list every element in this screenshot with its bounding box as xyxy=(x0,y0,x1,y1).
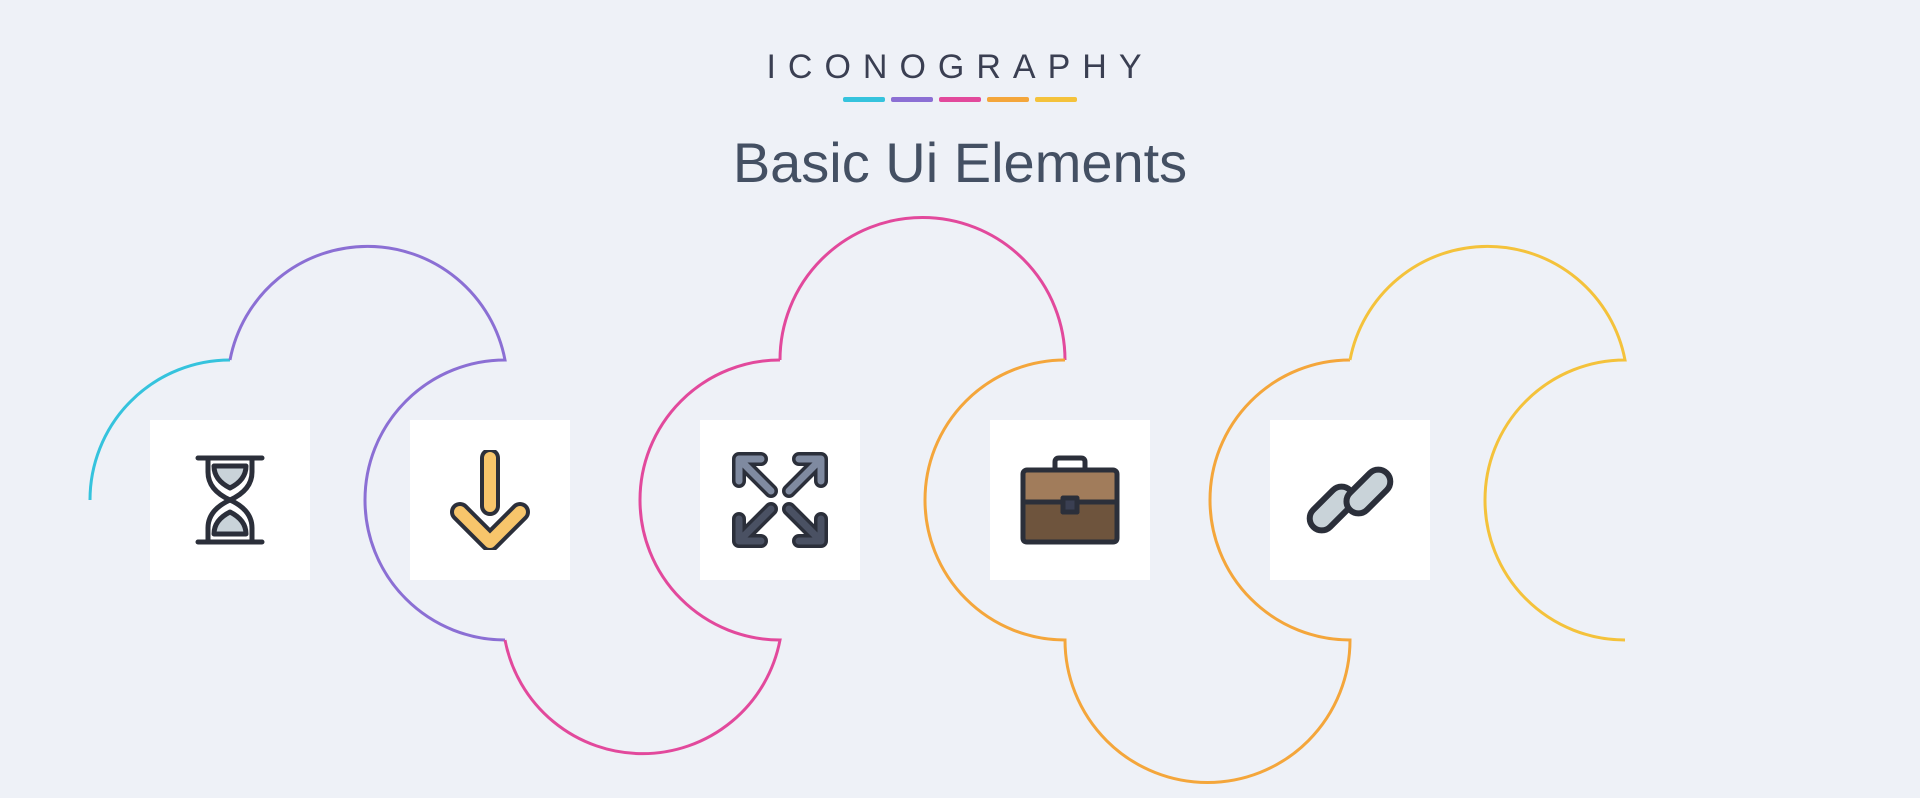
icon-card xyxy=(150,420,310,580)
icon-card xyxy=(410,420,570,580)
link-icon xyxy=(1295,445,1405,555)
briefcase-icon xyxy=(1015,452,1125,548)
wave-path xyxy=(0,0,1920,798)
icon-card xyxy=(1270,420,1430,580)
expand-icon xyxy=(725,445,835,555)
icon-card xyxy=(990,420,1150,580)
icon-card xyxy=(700,420,860,580)
arrow-down-icon xyxy=(445,450,535,550)
hourglass-icon xyxy=(190,452,270,548)
